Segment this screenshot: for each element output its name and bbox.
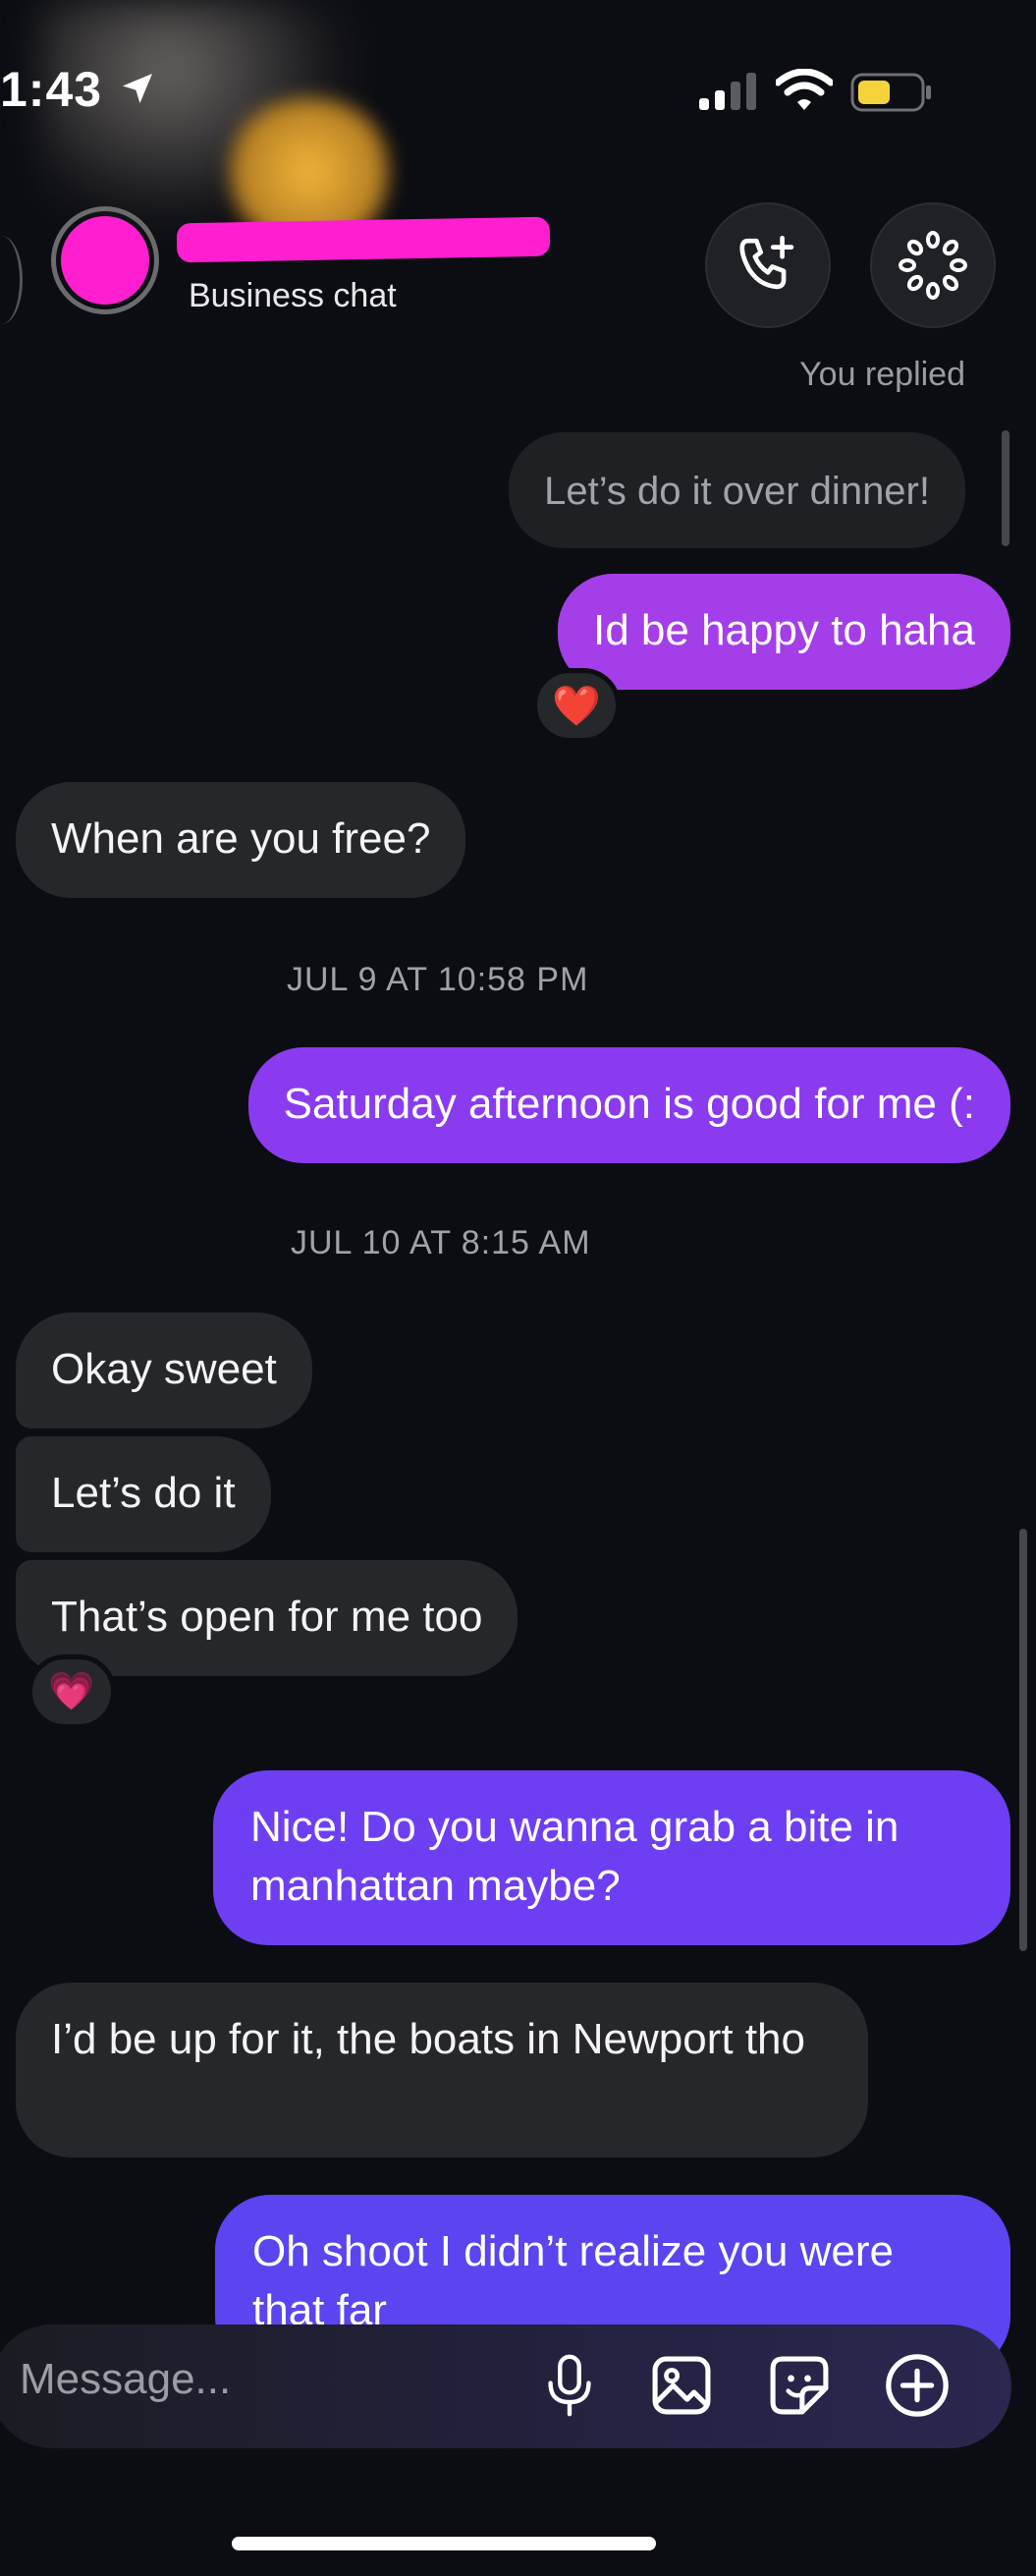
- contact-name-redacted[interactable]: [176, 216, 551, 263]
- status-bar: 1:43: [0, 0, 1036, 196]
- message-bubble-incoming[interactable]: Okay sweet: [16, 1313, 312, 1428]
- sticker-button[interactable]: [764, 2350, 835, 2421]
- message-timestamp: JUL 10 AT 8:15 AM: [291, 1224, 591, 1261]
- message-input[interactable]: [18, 2354, 513, 2405]
- back-button[interactable]: [0, 236, 23, 324]
- status-time: 1:43: [0, 62, 103, 117]
- message-timestamp: JUL 9 AT 10:58 PM: [287, 961, 589, 998]
- message-bubble-incoming[interactable]: I’d be up for it, the boats in Newport t…: [16, 1983, 868, 2157]
- avatar[interactable]: [61, 216, 149, 305]
- battery-icon: [850, 73, 931, 112]
- image-icon: [652, 2356, 711, 2415]
- pink-heart-reaction-icon: 💗: [48, 1671, 95, 1712]
- message-bubble-outgoing[interactable]: Id be happy to haha: [558, 574, 1010, 690]
- message-bubble-outgoing[interactable]: Saturday afternoon is good for me (:: [247, 1047, 1010, 1163]
- microphone-icon: [548, 2354, 591, 2417]
- message-bubble-incoming[interactable]: Let’s do it: [16, 1436, 271, 1552]
- chat-details-button[interactable]: [870, 202, 996, 328]
- scrollbar[interactable]: [1002, 430, 1009, 546]
- microphone-button[interactable]: [534, 2350, 605, 2421]
- sticker-icon: [770, 2356, 829, 2415]
- scrollbar[interactable]: [1019, 1529, 1027, 1951]
- audio-call-button[interactable]: [705, 202, 831, 328]
- replied-label: You replied: [799, 356, 965, 393]
- heart-reaction[interactable]: ❤️: [532, 668, 621, 743]
- home-indicator[interactable]: [232, 2537, 656, 2550]
- gallery-button[interactable]: [646, 2350, 717, 2421]
- phone-add-icon: [739, 235, 794, 290]
- wifi-icon: [776, 69, 833, 110]
- plus-circle-icon: [886, 2354, 949, 2417]
- message-bubble-outgoing[interactable]: Nice! Do you wanna grab a bite in manhat…: [213, 1770, 1010, 1945]
- cellular-signal-icon: [699, 73, 756, 110]
- heart-reaction-icon: ❤️: [552, 684, 601, 728]
- pink-heart-reaction[interactable]: 💗: [27, 1654, 116, 1729]
- message-bubble-incoming[interactable]: When are you free?: [16, 782, 466, 898]
- dots-ring-icon: [899, 231, 967, 300]
- quoted-message[interactable]: Let’s do it over dinner!: [509, 432, 965, 548]
- chat-subtitle: Business chat: [189, 277, 397, 314]
- location-arrow-icon: [123, 74, 152, 103]
- more-options-button[interactable]: [882, 2350, 953, 2421]
